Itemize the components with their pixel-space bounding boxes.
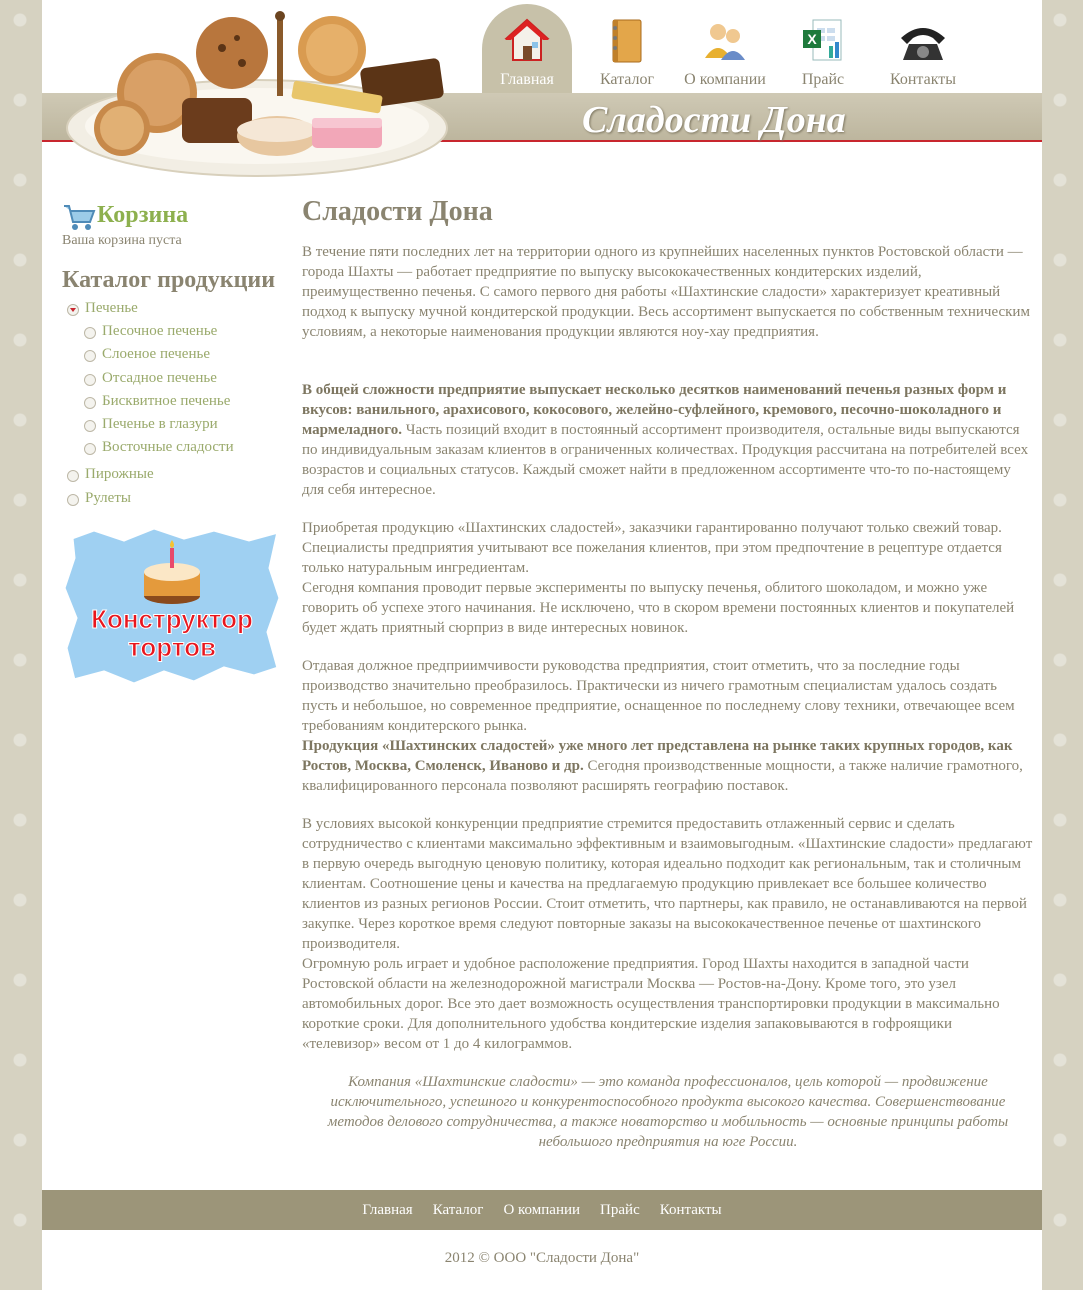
bullet-icon <box>84 327 96 339</box>
category-label: Печенье <box>85 300 138 316</box>
footer-links: Главная Каталог О компании Прайс Контакт… <box>42 1190 1042 1230</box>
paragraph-8: Огромную роль играет и удобное расположе… <box>302 956 1000 1052</box>
page-title: Сладости Дона <box>302 196 493 227</box>
svg-text:X: X <box>807 31 817 47</box>
nav-home-label: Главная <box>500 71 554 88</box>
nav-price[interactable]: X Прайс <box>778 4 868 93</box>
paragraph-2: В общей сложности предприятие выпускает … <box>302 380 1034 500</box>
shopping-cart-icon <box>64 205 96 230</box>
footer-nav: Главная Каталог О компании Прайс Контакт… <box>42 1190 1042 1230</box>
site-name-logo[interactable]: Сладости Дона <box>582 98 882 141</box>
footer-link-price[interactable]: Прайс <box>600 1202 640 1218</box>
bullet-icon <box>84 443 96 455</box>
bullet-icon <box>84 420 96 432</box>
catalog-book-icon <box>612 19 642 63</box>
company-quote: Компания «Шахтинские сладости» — это ком… <box>327 1074 1009 1150</box>
phone-icon <box>901 28 945 60</box>
excel-icon: X <box>803 19 842 61</box>
page-container: Сладости Дона Главная Каталог О компании… <box>42 0 1042 1290</box>
bullet-icon <box>84 397 96 409</box>
expanded-bullet-icon <box>67 304 79 316</box>
paragraph-1: В течение пяти последних лет на территор… <box>302 244 1030 340</box>
cart-title[interactable]: Корзина <box>97 202 188 229</box>
category-label: Печенье в глазури <box>102 416 218 432</box>
nav-home[interactable]: Главная <box>482 4 572 93</box>
paragraph-2-text: Часть позиций входит в постоянный ассорт… <box>302 422 1029 498</box>
copyright: 2012 © ООО "Сладости Дона" <box>444 1250 640 1266</box>
cart-block[interactable]: Корзина <box>62 200 287 232</box>
category-label: Бисквитное печенье <box>102 393 231 409</box>
category-label: Рулеты <box>85 490 131 506</box>
bullet-icon <box>84 350 96 362</box>
paragraph-4: Сегодня компания проводит первые экспери… <box>302 580 1015 636</box>
bullet-icon <box>67 470 79 482</box>
footer-link-catalog[interactable]: Каталог <box>433 1202 484 1218</box>
category-label: Восточные сладости <box>102 439 234 455</box>
cookies-plate-image <box>66 11 448 177</box>
category-label: Отсадное печенье <box>102 370 217 386</box>
bullet-icon <box>67 494 79 506</box>
category-label: Слоеное печенье <box>102 346 210 362</box>
paragraph-6: Продукция «Шахтинских сладостей» уже мно… <box>302 736 1034 796</box>
paragraph-7: В условиях высокой конкуренции предприят… <box>302 816 1033 952</box>
category-label: Песочное печенье <box>102 323 218 339</box>
nav-catalog-label: Каталог <box>599 71 655 88</box>
banner-line2: тортов <box>128 632 216 662</box>
footer-link-about[interactable]: О компании <box>503 1202 580 1218</box>
cart-status: Ваша корзина пуста <box>62 233 182 248</box>
nav-price-label: Прайс <box>801 71 845 88</box>
nav-about-label: О компании <box>684 71 766 88</box>
footer-link-home[interactable]: Главная <box>362 1202 412 1218</box>
banner-line1: Конструктор <box>91 604 253 634</box>
category-label: Пирожные <box>85 466 154 482</box>
paragraph-3: Приобретая продукцию «Шахтинских сладост… <box>302 520 1002 576</box>
nav-contacts-label: Контакты <box>889 71 957 88</box>
header: Сладости Дона Главная Каталог О компании… <box>42 0 1042 177</box>
home-icon <box>504 18 550 61</box>
people-icon <box>705 24 745 60</box>
cake-constructor-banner[interactable]: Конструктор тортов <box>64 528 280 684</box>
paragraph-5: Отдавая должное предприимчивости руковод… <box>302 658 1015 734</box>
nav-contacts[interactable]: Контакты <box>878 4 968 93</box>
catalog-title: Каталог продукции <box>62 267 276 293</box>
nav-about[interactable]: О компании <box>680 4 770 93</box>
footer-link-contacts[interactable]: Контакты <box>660 1202 722 1218</box>
bullet-icon <box>84 374 96 386</box>
nav-catalog[interactable]: Каталог <box>582 4 672 93</box>
